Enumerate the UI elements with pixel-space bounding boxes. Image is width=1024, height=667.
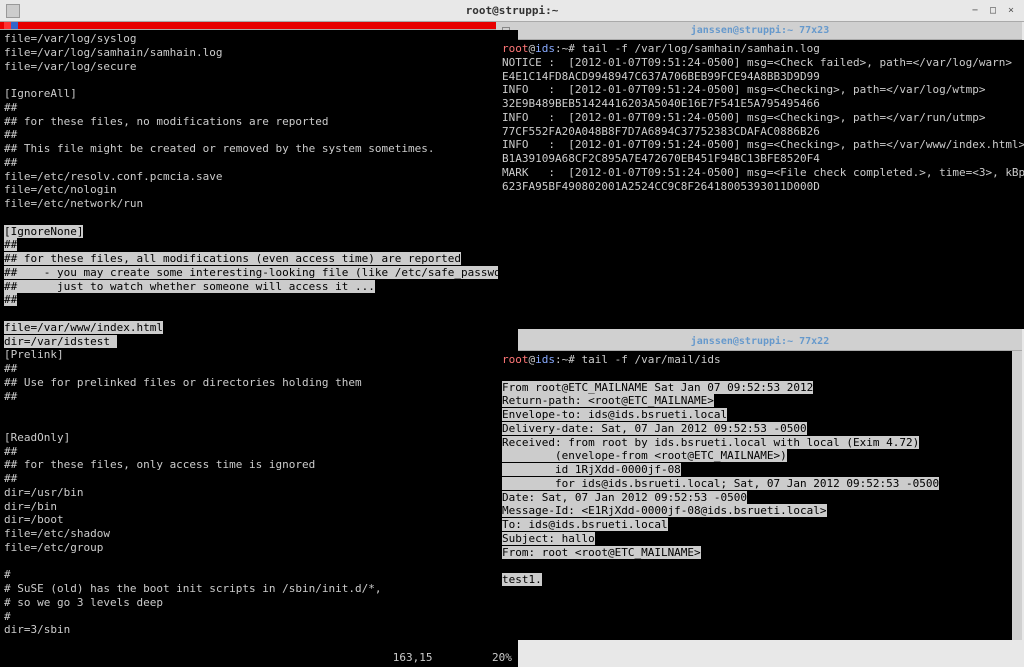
right-pane: janssen@struppi:~ 77x23 root@ids:~# tail… xyxy=(498,22,1022,640)
mail-output-selection: From root@ETC_MAILNAME Sat Jan 07 09:52:… xyxy=(502,381,939,587)
prompt-user: root xyxy=(502,353,529,366)
maximize-button[interactable]: □ xyxy=(986,4,1000,18)
right-bottom-scrollbar[interactable] xyxy=(1012,351,1022,640)
window-titlebar: root@struppi:~ − □ × xyxy=(0,0,1024,22)
window-icon xyxy=(6,4,20,18)
tiling-layout: file=/var/log/syslog file=/var/log/samha… xyxy=(0,22,1024,640)
right-bottom-terminal[interactable]: root@ids:~# tail -f /var/mail/ids From r… xyxy=(498,351,1012,640)
left-terminal[interactable]: file=/var/log/syslog file=/var/log/samha… xyxy=(0,30,518,667)
prompt-host: ids xyxy=(535,353,555,366)
cmd-text: tail -f /var/log/samhain/samhain.log xyxy=(575,42,820,55)
right-top-terminal[interactable]: root@ids:~# tail -f /var/log/samhain/sam… xyxy=(498,40,1024,329)
left-pane: file=/var/log/syslog file=/var/log/samha… xyxy=(0,22,498,640)
close-button[interactable]: × xyxy=(1004,4,1018,18)
samhain-log-output: NOTICE : [2012-01-07T09:51:24-0500] msg=… xyxy=(502,56,1024,193)
vim-text-pre: file=/var/log/syslog file=/var/log/samha… xyxy=(4,32,434,210)
prompt-user: root xyxy=(502,42,529,55)
right-top-pane-handle[interactable]: janssen@struppi:~ 77x23 xyxy=(498,22,1022,40)
cmd-text: tail -f /var/mail/ids xyxy=(575,353,721,366)
right-bottom-pane-title: janssen@struppi:~ 77x22 xyxy=(516,336,1004,347)
prompt-path: :~# xyxy=(555,42,575,55)
left-pane-handle-active[interactable] xyxy=(0,22,496,30)
pane-indicator-icon xyxy=(4,22,18,29)
prompt-path: :~# xyxy=(555,353,575,366)
minimize-button[interactable]: − xyxy=(968,4,982,18)
window-title: root@struppi:~ xyxy=(466,4,559,17)
vim-status-line: 163,15 20% xyxy=(393,651,512,665)
vim-text-post: [Prelink] ## ## Use for prelinked files … xyxy=(4,348,382,636)
prompt-host: ids xyxy=(535,42,555,55)
vim-text-selection: [IgnoreNone] ## ## for these files, all … xyxy=(4,225,514,348)
right-bottom-pane-handle[interactable]: janssen@struppi:~ 77x22 xyxy=(498,333,1022,351)
right-top-pane-title: janssen@struppi:~ 77x23 xyxy=(516,25,1004,36)
